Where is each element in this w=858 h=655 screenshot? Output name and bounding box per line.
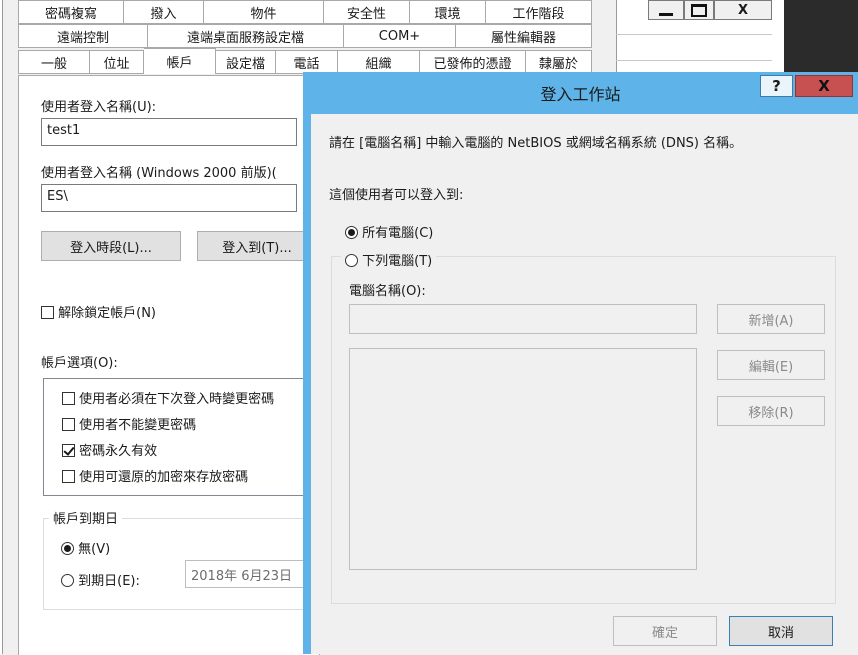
add-button[interactable]: 新增(A) <box>717 304 825 334</box>
tab-member-of[interactable]: 隸屬於 <box>526 50 592 74</box>
tab-attribute-editor[interactable]: 屬性編輯器 <box>456 24 592 48</box>
ok-button[interactable]: 確定 <box>613 616 717 646</box>
maximize-icon <box>691 3 707 17</box>
computer-list[interactable] <box>349 348 697 570</box>
tab-published-certificates[interactable]: 已發佈的憑證 <box>420 50 526 74</box>
unlock-account-row[interactable]: 解除鎖定帳戶(N) <box>41 302 156 321</box>
tab-remote-desktop-profile[interactable]: 遠端桌面服務設定檔 <box>148 24 344 48</box>
tab-dial-in[interactable]: 撥入 <box>124 0 204 24</box>
expires-never-option[interactable]: 無(V) <box>61 538 110 557</box>
close-icon: X <box>818 77 830 95</box>
remove-button[interactable]: 移除(R) <box>717 396 825 426</box>
following-computers-option[interactable]: 下列電腦(T) <box>341 250 437 269</box>
account-expires-label: 帳戶到期日 <box>49 508 123 527</box>
expiry-date-picker[interactable]: 2018年 6月23日 <box>185 560 315 588</box>
option-checkbox[interactable] <box>62 470 75 483</box>
logon-to-label: 這個使用者可以登入到: <box>329 188 464 203</box>
option-checkbox[interactable] <box>62 418 75 431</box>
background-close-button[interactable]: X <box>714 0 772 20</box>
edit-button[interactable]: 編輯(E) <box>717 350 825 380</box>
help-button[interactable]: ? <box>760 75 793 97</box>
computer-name-input[interactable] <box>349 304 697 334</box>
tab-sessions[interactable]: 工作階段 <box>486 0 592 24</box>
background-close-label: X <box>737 2 749 18</box>
all-computers-radio[interactable] <box>345 226 358 239</box>
tab-row-2: 遠端控制 遠端桌面服務設定檔 COM+ 屬性編輯器 <box>18 24 592 48</box>
tab-row-3: 一般 位址 帳戶 設定檔 電話 組織 已發佈的憑證 隸屬於 <box>18 48 592 74</box>
option-cannot-change-password[interactable]: 使用者不能變更密碼 <box>62 414 196 433</box>
account-tab-panel: 使用者登入名稱(U): test1 使用者登入名稱 (Windows 2000 … <box>18 75 325 655</box>
logon-hours-button[interactable]: 登入時段(L)... <box>41 231 181 261</box>
option-password-never-expires[interactable]: 密碼永久有效 <box>62 440 157 459</box>
account-options-label: 帳戶選項(O): <box>41 356 118 371</box>
unlock-account-checkbox[interactable] <box>41 306 54 319</box>
account-options-list[interactable]: 使用者必須在下次登入時變更密碼 使用者不能變更密碼 密碼永久有效 使用可還原的加… <box>43 378 315 496</box>
all-computers-option[interactable]: 所有電腦(C) <box>345 222 433 241</box>
tab-telephones[interactable]: 電話 <box>276 50 338 74</box>
tab-profile[interactable]: 設定檔 <box>216 50 276 74</box>
logon-to-button[interactable]: 登入到(T)... <box>197 231 317 261</box>
tab-row-1: 密碼複寫 撥入 物件 安全性 環境 工作階段 <box>18 0 592 24</box>
following-computers-radio[interactable] <box>345 254 358 267</box>
tab-remote-control[interactable]: 遠端控制 <box>18 24 148 48</box>
option-checkbox[interactable] <box>62 392 75 405</box>
window-left-edge <box>0 0 3 654</box>
dialog-close-button[interactable]: X <box>795 75 853 97</box>
tab-organization[interactable]: 組織 <box>338 50 420 74</box>
tab-password-replication[interactable]: 密碼複寫 <box>18 0 124 24</box>
tab-general[interactable]: 一般 <box>18 50 90 74</box>
help-icon: ? <box>772 77 781 95</box>
end-of-radio[interactable] <box>61 574 74 587</box>
option-reversible-encryption[interactable]: 使用可還原的加密來存放密碼 <box>62 466 248 485</box>
dialog-body: 請在 [電腦名稱] 中輸入電腦的 NetBIOS 或網域名稱系統 (DNS) 名… <box>311 114 858 654</box>
logon-name-input[interactable]: test1 <box>41 118 297 146</box>
logon-name-pre2000-input[interactable]: ES\ <box>41 184 297 212</box>
option-checkbox-checked[interactable] <box>62 444 75 457</box>
minimize-icon <box>659 12 673 16</box>
desktop-edge <box>784 0 858 80</box>
tab-com-plus[interactable]: COM+ <box>344 24 456 48</box>
never-radio[interactable] <box>61 542 74 555</box>
tab-environment[interactable]: 環境 <box>410 0 486 24</box>
option-must-change-password[interactable]: 使用者必須在下次登入時變更密碼 <box>62 388 274 407</box>
logon-workstations-dialog: 登入工作站 ? X 請在 [電腦名稱] 中輸入電腦的 NetBIOS 或網域名稱… <box>303 72 858 654</box>
computer-name-label: 電腦名稱(O): <box>349 284 426 299</box>
tab-account[interactable]: 帳戶 <box>144 48 216 74</box>
minimize-button[interactable] <box>648 0 684 20</box>
logon-name-label: 使用者登入名稱(U): <box>41 100 157 115</box>
tab-security[interactable]: 安全性 <box>324 0 410 24</box>
maximize-button[interactable] <box>684 0 714 20</box>
unlock-account-label: 解除鎖定帳戶(N) <box>58 306 157 321</box>
cancel-button[interactable]: 取消 <box>729 616 833 646</box>
divider <box>616 60 772 61</box>
expires-end-of-option[interactable]: 到期日(E): <box>61 570 140 589</box>
divider <box>616 34 772 35</box>
instruction-text: 請在 [電腦名稱] 中輸入電腦的 NetBIOS 或網域名稱系統 (DNS) 名… <box>329 136 743 151</box>
logon-name-pre2000-label: 使用者登入名稱 (Windows 2000 前版)( <box>41 166 277 181</box>
tab-object[interactable]: 物件 <box>204 0 324 24</box>
tab-address[interactable]: 位址 <box>90 50 144 74</box>
